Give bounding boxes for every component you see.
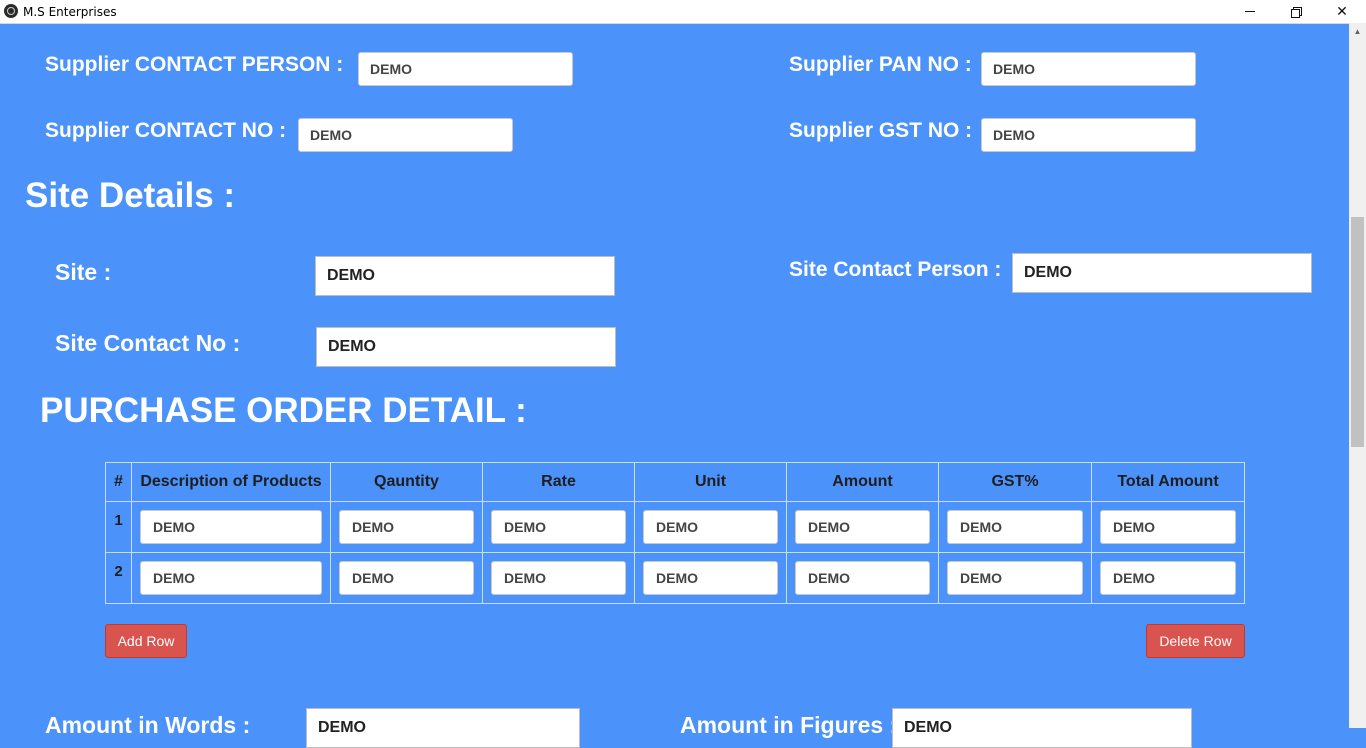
row-number-text: 1 [114,512,123,529]
table-row: 1 [105,501,1245,553]
column-header-rate: Rate [482,462,635,502]
site-input[interactable] [315,256,615,296]
add-row-button[interactable]: Add Row [105,624,187,658]
restore-icon [1291,6,1302,18]
column-header-quantity: Qauntity [330,462,483,502]
rate-input[interactable] [491,510,626,544]
supplier-contact-no-label: Supplier CONTACT NO : [45,119,287,142]
column-header-amount: Amount [786,462,939,502]
amount-input[interactable] [795,510,930,544]
minimize-button[interactable] [1227,0,1273,23]
delete-row-button[interactable]: Delete Row [1146,624,1245,658]
site-contact-person-input[interactable] [1012,253,1312,293]
site-details-heading: Site Details : [25,176,236,215]
quantity-input[interactable] [339,561,474,595]
column-header-unit: Unit [634,462,787,502]
amount-in-words-input[interactable] [306,708,580,748]
close-icon: ✕ [1336,3,1348,20]
supplier-gst-label: Supplier GST NO : [789,119,973,142]
restore-button[interactable] [1273,0,1319,23]
description-input[interactable] [140,510,322,544]
total-amount-input[interactable] [1100,510,1236,544]
close-button[interactable]: ✕ [1319,0,1365,23]
amount-in-figures-label: Amount in Figures : [680,712,898,738]
supplier-contact-person-input[interactable] [358,52,573,86]
column-header-description: Description of Products [131,462,331,502]
table-row: 2 [105,552,1245,604]
scrollbar-thumb[interactable] [1351,217,1364,447]
minimize-icon [1245,11,1255,12]
unit-input[interactable] [643,510,778,544]
row-number-text: 2 [114,563,123,580]
supplier-pan-label: Supplier PAN NO : [789,53,972,76]
amount-in-words-label: Amount in Words : [45,712,251,738]
total-amount-input[interactable] [1100,561,1236,595]
table-header-row: # Description of Products Qauntity Rate … [105,462,1245,502]
gst-input[interactable] [947,561,1083,595]
gst-input[interactable] [947,510,1083,544]
supplier-contact-person-label: Supplier CONTACT PERSON : [45,53,344,76]
supplier-gst-input[interactable] [981,118,1196,152]
vertical-scrollbar[interactable]: ▲ [1349,23,1366,728]
description-input[interactable] [140,561,322,595]
column-header-total-amount: Total Amount [1091,462,1245,502]
column-header-gst: GST% [938,462,1092,502]
site-contact-person-label: Site Contact Person : [789,258,1002,281]
supplier-pan-input[interactable] [981,52,1196,86]
unit-input[interactable] [643,561,778,595]
scroll-up-arrow-icon[interactable]: ▲ [1349,23,1366,40]
quantity-input[interactable] [339,510,474,544]
row-number: 1 [105,501,132,553]
purchase-order-table: # Description of Products Qauntity Rate … [105,462,1245,604]
amount-input[interactable] [795,561,930,595]
amount-in-figures-input[interactable] [892,708,1192,748]
site-contact-no-input[interactable] [316,327,616,367]
purchase-order-heading: PURCHASE ORDER DETAIL : [40,391,527,430]
app-logo-icon [4,4,18,18]
site-label: Site : [55,259,112,285]
site-contact-no-label: Site Contact No : [55,330,241,356]
row-number: 2 [105,552,132,604]
window-title: M.S Enterprises [23,5,117,19]
rate-input[interactable] [491,561,626,595]
supplier-contact-no-input[interactable] [298,118,513,152]
column-header-number: # [105,462,132,502]
title-bar: M.S Enterprises ✕ [0,0,1366,24]
